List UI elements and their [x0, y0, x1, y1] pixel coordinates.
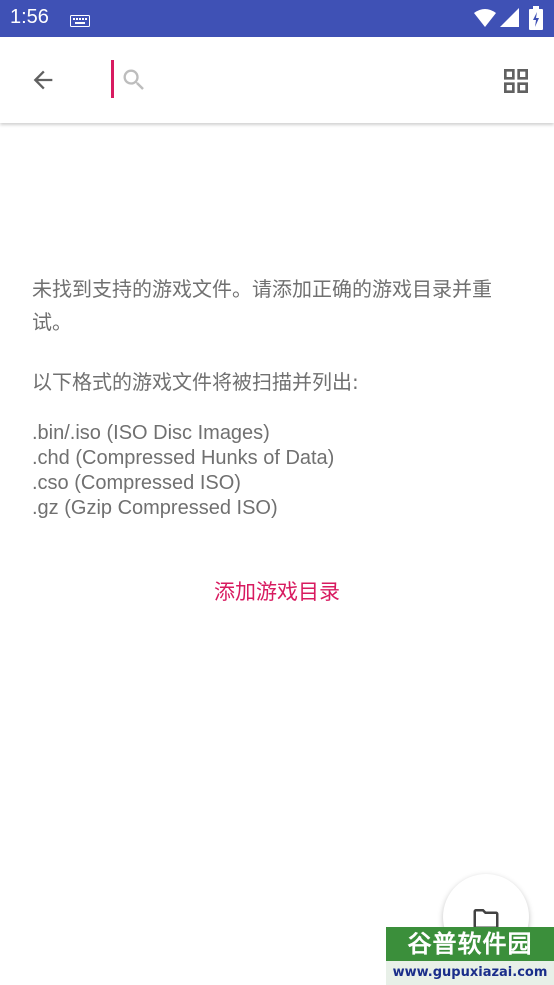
- wifi-icon: [474, 8, 496, 32]
- empty-message: 未找到支持的游戏文件。请添加正确的游戏目录并重试。: [32, 277, 492, 334]
- search-icon: [120, 66, 148, 98]
- text-cursor: [111, 60, 114, 98]
- formats-title: 以下格式的游戏文件将被扫描并列出:: [32, 370, 359, 394]
- format-item: .bin/.iso (ISO Disc Images): [32, 422, 270, 444]
- grid-view-icon: [504, 69, 528, 93]
- keyboard-icon: [70, 12, 90, 31]
- watermark-url: www.gupuxiazai.com: [386, 961, 554, 985]
- back-button[interactable]: [22, 59, 64, 101]
- grid-view-button[interactable]: [494, 59, 538, 103]
- add-directory-button[interactable]: 添加游戏目录: [177, 573, 377, 611]
- battery-icon: [529, 6, 543, 34]
- format-list: .bin/.iso (ISO Disc Images) .chd (Compre…: [32, 421, 522, 521]
- watermark-logo: 谷普软件园 www.gupuxiazai.com: [386, 927, 554, 985]
- format-item: .chd (Compressed Hunks of Data): [32, 447, 335, 469]
- arrow-back-icon: [33, 70, 53, 90]
- toolbar: [0, 37, 554, 123]
- signal-icon: [500, 8, 520, 32]
- format-item: .gz (Gzip Compressed ISO): [32, 497, 278, 519]
- status-bar: 1:56: [0, 0, 554, 37]
- search-input[interactable]: [108, 57, 468, 103]
- status-time: 1:56: [10, 6, 49, 28]
- watermark-title: 谷普软件园: [386, 927, 554, 961]
- format-item: .cso (Compressed ISO): [32, 472, 241, 494]
